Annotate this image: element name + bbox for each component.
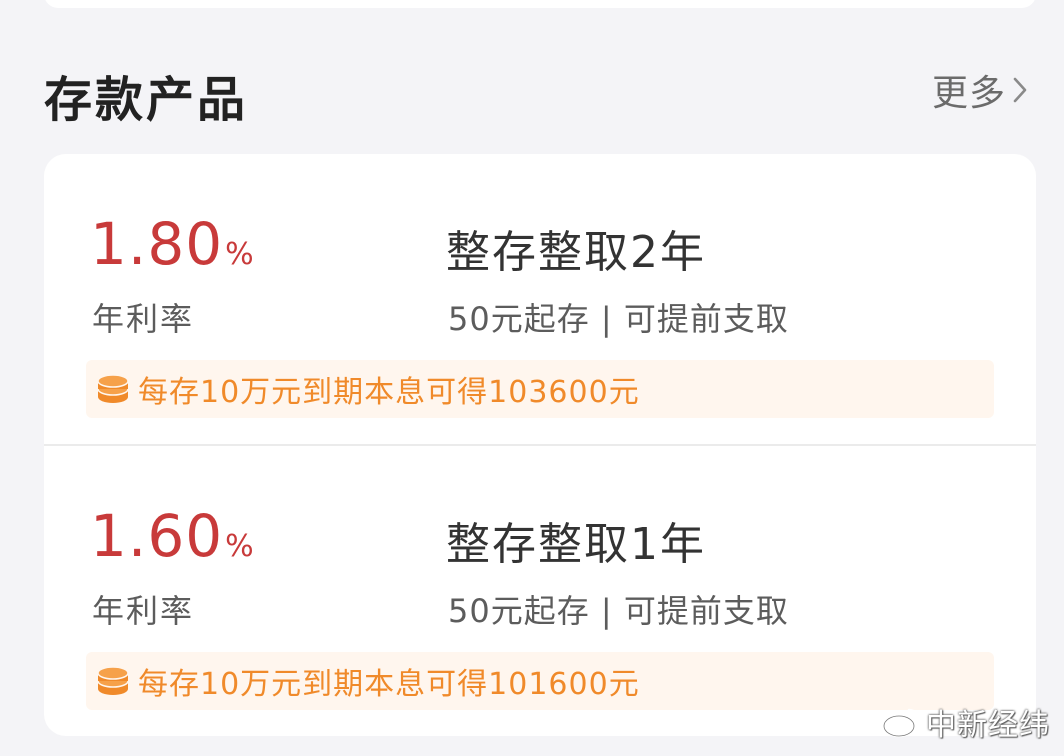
- rate-label: 年利率: [92, 300, 195, 338]
- rate-unit: %: [225, 237, 254, 272]
- chevron-right-icon: [1012, 75, 1028, 105]
- rate-value: 1.60: [90, 502, 224, 570]
- benefit-banner: 每存10万元到期本息可得103600元: [86, 360, 994, 418]
- watermark: 中新经纬: [882, 700, 1050, 744]
- more-link[interactable]: 更多: [932, 68, 1028, 114]
- product-name: 整存整取1年: [446, 519, 706, 570]
- section-title: 存款产品: [44, 72, 249, 128]
- products-list: 1.80% 年利率 整存整取2年 50元起存 | 可提前支取 每存10万元到期本…: [44, 154, 1036, 736]
- rate-label: 年利率: [92, 592, 195, 630]
- weibo-icon: [882, 706, 922, 738]
- benefit-text: 每存10万元到期本息可得103600元: [138, 375, 640, 410]
- more-label: 更多: [931, 73, 1006, 114]
- interest-rate: 1.60%: [90, 502, 254, 570]
- product-item[interactable]: 1.60% 年利率 整存整取1年 50元起存 | 可提前支取 每存10万元到期本…: [44, 446, 1036, 736]
- previous-card: [44, 0, 1036, 8]
- watermark-text: 中新经纬: [926, 708, 1050, 743]
- interest-rate: 1.80%: [90, 210, 254, 278]
- product-description: 50元起存 | 可提前支取: [448, 592, 789, 630]
- benefit-banner: 每存10万元到期本息可得101600元: [86, 652, 994, 710]
- rate-unit: %: [225, 529, 254, 564]
- product-name: 整存整取2年: [446, 227, 706, 278]
- rate-value: 1.80: [90, 210, 224, 278]
- section-header: 存款产品 更多: [44, 52, 1036, 128]
- benefit-text: 每存10万元到期本息可得101600元: [138, 667, 640, 702]
- coin-stack-icon: [96, 373, 130, 405]
- product-item[interactable]: 1.80% 年利率 整存整取2年 50元起存 | 可提前支取 每存10万元到期本…: [44, 154, 1036, 446]
- product-description: 50元起存 | 可提前支取: [448, 300, 789, 338]
- coin-stack-icon: [96, 665, 130, 697]
- page: 存款产品 更多 1.80% 年利率 整存整取2年 50元起存 | 可提前支取 每…: [0, 0, 1064, 756]
